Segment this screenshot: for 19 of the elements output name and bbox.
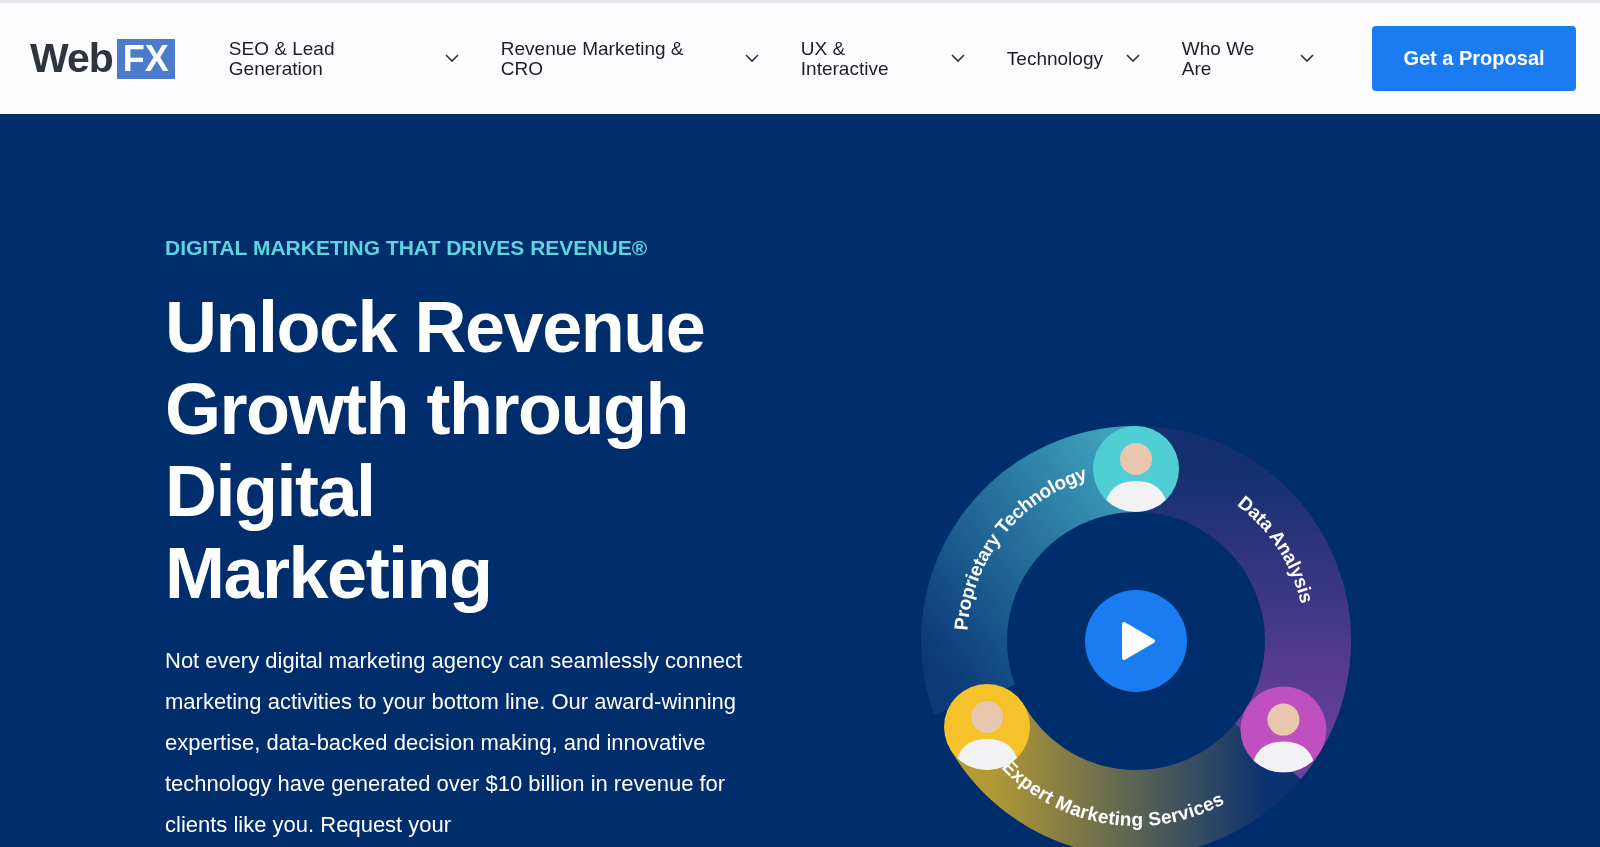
nav-menu-item[interactable]: Technology (1006, 48, 1140, 69)
nav-menu-item[interactable]: UX & Interactive (800, 38, 965, 79)
chevron-down-icon (950, 54, 965, 63)
hero-title: Unlock Revenue Growth through Digital Marketing (165, 286, 706, 614)
nav-menu-item[interactable]: Revenue Marketing & CRO (500, 38, 759, 79)
chevron-down-icon (1125, 54, 1140, 63)
logo-text[interactable]: Web (30, 35, 113, 82)
play-button[interactable] (1085, 590, 1187, 692)
logo-badge[interactable]: FX (116, 38, 175, 79)
chevron-down-icon (744, 54, 759, 63)
person-silhouette-icon (1251, 703, 1316, 773)
nav-menu-item[interactable]: SEO & Lead Generation (228, 38, 459, 79)
hero-eyebrow: DIGITAL MARKETING THAT DRIVES REVENUE® (165, 236, 649, 260)
person-silhouette-icon (1104, 443, 1168, 512)
nav-menu-item[interactable]: Who We Are (1181, 38, 1314, 79)
chevron-down-icon (1299, 54, 1314, 63)
hero-description: Not every digital marketing agency can seamlessly connect marketing activities to your bottom line. Our award-winning expertise, data-backed decision making, and innovative technology have generated over $10 billion in revenue for clients like you. Request your (165, 647, 744, 839)
proposal-button[interactable]: Get a Proposal (1372, 26, 1576, 91)
chevron-down-icon (444, 54, 459, 63)
